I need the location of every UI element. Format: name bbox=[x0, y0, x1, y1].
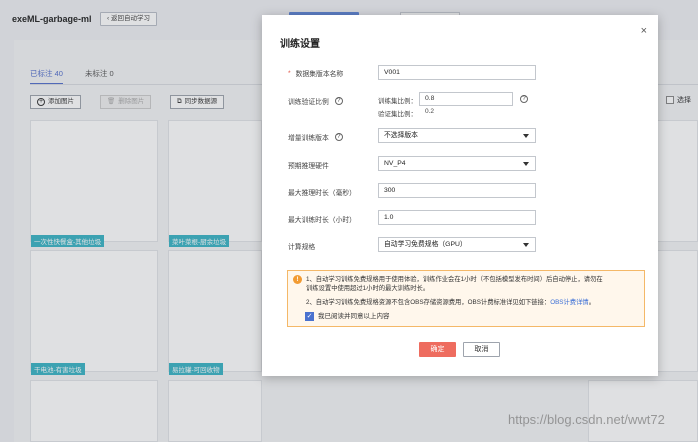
inference-hardware-select[interactable]: NV_P4 bbox=[378, 156, 536, 171]
train-split-label: 训练验证比例 ? bbox=[288, 96, 343, 106]
help-icon[interactable]: ? bbox=[334, 97, 343, 105]
max-inference-time-input[interactable]: 300 bbox=[378, 183, 536, 198]
confirm-button[interactable]: 确定 bbox=[419, 342, 456, 357]
val-ratio-label: 验证集比例： bbox=[378, 111, 417, 118]
incremental-version-label: 增量训练版本 ? bbox=[288, 132, 343, 142]
dataset-version-label: * 数据集版本名称 bbox=[288, 68, 344, 79]
agree-checkbox[interactable]: ✓ bbox=[305, 312, 314, 321]
max-training-time-input[interactable]: 1.0 bbox=[378, 210, 536, 225]
incremental-version-value: 不选择版本 bbox=[384, 132, 418, 139]
inference-hardware-value: NV_P4 bbox=[384, 160, 406, 167]
max-training-time-label-text: 最大训练时长（小时） bbox=[288, 217, 356, 224]
agree-label: 我已阅读并同意以上内容 bbox=[318, 313, 390, 320]
train-ratio-input[interactable]: 0.8 bbox=[419, 92, 513, 106]
compute-spec-value: 自动学习免费规格（GPU） bbox=[384, 241, 467, 248]
compute-spec-label-text: 计算规格 bbox=[288, 244, 316, 251]
notice-line-2: 训练设置中使用超过1小时的最大训练时长。 bbox=[306, 285, 430, 292]
cancel-button[interactable]: 取消 bbox=[463, 342, 500, 357]
obs-billing-link[interactable]: OBS计费详情 bbox=[550, 299, 589, 306]
notice-line-3-end: 。 bbox=[588, 299, 595, 306]
notice-line-3: 2、自动学习训练免费规格资源不包含OBS存储资源费用，OBS计费标准详见如下链接… bbox=[306, 298, 595, 307]
incremental-version-label-text: 增量训练版本 bbox=[288, 135, 329, 142]
notice-box: ! 1、自动学习训练免费规格用于使用体验，训练作业会在1小时（不包括模型发布时间… bbox=[287, 270, 645, 327]
warning-icon: ! bbox=[293, 275, 302, 284]
help-icon[interactable]: ? bbox=[334, 133, 343, 141]
notice-line-3-text: 2、自动学习训练免费规格资源不包含OBS存储资源费用，OBS计费标准详见如下链接… bbox=[306, 299, 551, 306]
dataset-version-label-text: 数据集版本名称 bbox=[295, 71, 344, 78]
max-inference-time-label: 最大推理时长（毫秒） bbox=[288, 187, 356, 197]
watermark: https://blog.csdn.net/wwt72 bbox=[508, 412, 665, 427]
notice-line-1: 1、自动学习训练免费规格用于使用体验，训练作业会在1小时（不包括模型发布时间）后… bbox=[306, 276, 603, 283]
val-ratio-value: 0.2 bbox=[425, 108, 435, 115]
training-settings-dialog: 训练设置 × * 数据集版本名称 V001 训练验证比例 ? 训练集比例： 0.… bbox=[262, 15, 658, 376]
incremental-version-select[interactable]: 不选择版本 bbox=[378, 128, 536, 143]
train-split-label-text: 训练验证比例 bbox=[288, 99, 329, 106]
compute-spec-label: 计算规格 bbox=[288, 241, 315, 251]
inference-hardware-label-text: 预期推理硬件 bbox=[288, 163, 329, 170]
dialog-title: 训练设置 bbox=[280, 39, 320, 50]
dataset-version-input[interactable]: V001 bbox=[378, 65, 536, 80]
inference-hardware-label: 预期推理硬件 bbox=[288, 160, 329, 170]
max-inference-time-label-text: 最大推理时长（毫秒） bbox=[288, 190, 356, 197]
compute-spec-select[interactable]: 自动学习免费规格（GPU） bbox=[378, 237, 536, 252]
train-ratio-label: 训练集比例： bbox=[378, 98, 417, 105]
required-mark: * bbox=[288, 69, 291, 77]
close-icon[interactable]: × bbox=[641, 25, 647, 37]
help-icon[interactable]: ? bbox=[520, 95, 528, 103]
max-training-time-label: 最大训练时长（小时） bbox=[288, 214, 356, 224]
